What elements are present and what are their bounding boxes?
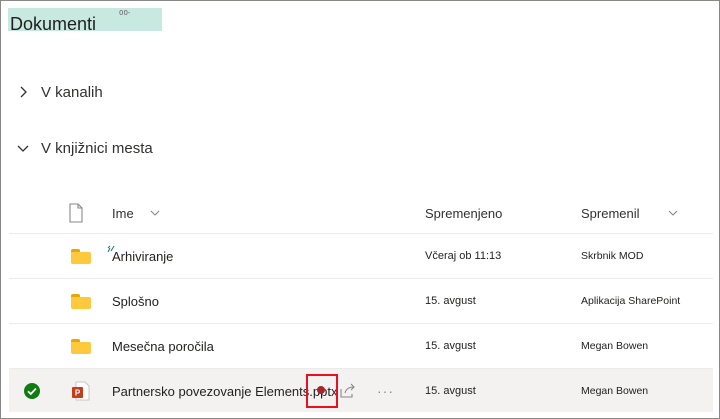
share-icon[interactable] [339, 369, 357, 413]
title-tag: 00- [119, 9, 131, 17]
column-header-modified-label: Spremenjeno [425, 205, 503, 221]
modified-date: 15. avgust [425, 385, 476, 397]
folder-icon [71, 324, 91, 368]
column-header-name[interactable]: Ime [112, 199, 160, 227]
section-label: V kanalih [41, 83, 103, 101]
modified-date: 15. avgust [425, 295, 476, 307]
file-name-link[interactable]: Arhiviranje [112, 234, 173, 278]
document-icon[interactable] [68, 199, 84, 227]
new-item-icon [107, 240, 115, 258]
section-in-channels[interactable]: V kanalih [15, 81, 103, 103]
chevron-down-icon [668, 210, 678, 216]
column-header-modified-by-label: Spremenil [581, 205, 640, 221]
table-row[interactable]: Mesečna poročila 15. avgust Megan Bowen [9, 323, 713, 367]
table-row-selected[interactable]: P Partnersko povezovanje Elements.pptx ·… [9, 368, 713, 412]
modified-by: Aplikacija SharePoint [581, 295, 681, 307]
folder-icon [71, 279, 91, 323]
folder-icon [71, 234, 91, 278]
chevron-down-icon [150, 210, 160, 216]
modified-by: Megan Bowen [581, 340, 649, 352]
modified-date: 15. avgust [425, 340, 476, 352]
chevron-right-icon [15, 84, 31, 100]
file-name-link[interactable]: Splošno [112, 279, 159, 323]
column-header-row: Ime Spremenjeno Spremenil [1, 199, 720, 227]
column-header-modified[interactable]: Spremenjeno [425, 199, 502, 227]
section-in-site-library[interactable]: V knjižnici mesta [15, 137, 153, 159]
more-icon[interactable]: ··· [377, 369, 394, 413]
page-title: Dokumenti [10, 14, 97, 34]
highlight-annotation-box [306, 374, 338, 408]
column-header-name-label: Ime [112, 205, 134, 221]
checkmark-circle-icon[interactable] [23, 369, 41, 413]
powerpoint-file-icon: P [71, 369, 91, 413]
column-header-modified-by[interactable]: Spremenil [581, 199, 678, 227]
table-row[interactable]: Splošno 15. avgust Aplikacija SharePoint [9, 278, 713, 322]
modified-by: Megan Bowen [581, 385, 649, 397]
file-name-link[interactable]: Partnersko povezovanje Elements.pptx [112, 369, 337, 413]
file-name-link[interactable]: Mesečna poročila [112, 324, 214, 368]
svg-text:P: P [75, 389, 81, 398]
chevron-down-icon [15, 140, 31, 156]
modified-by: Skrbnik MOD [581, 250, 644, 262]
section-label: V knjižnici mesta [41, 139, 153, 157]
modified-date: Včeraj ob 11:13 [425, 250, 502, 262]
document-library-panel: Dokumenti 00- V kanalih V knjižnici mest… [0, 0, 720, 419]
